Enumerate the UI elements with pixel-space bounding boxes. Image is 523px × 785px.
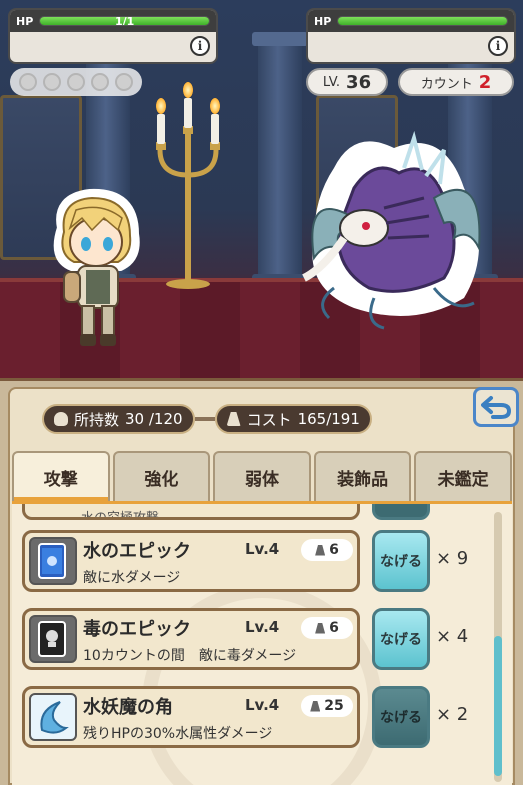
stat-connector <box>194 417 215 421</box>
cost-value: 165/191 <box>297 410 360 428</box>
back-button[interactable] <box>473 387 519 427</box>
held-label: 所持数 <box>74 410 120 429</box>
water-horn-icon <box>29 693 77 741</box>
weight-icon <box>315 622 326 634</box>
weight-icon <box>226 412 241 426</box>
cost-label: コスト <box>246 410 292 429</box>
enemy-count-badge: カウント 2 <box>398 68 514 96</box>
enemy-level-badge: LV. 36 <box>306 68 388 96</box>
count-label: カウント <box>420 76 473 92</box>
item-quantity: × 9 <box>436 548 469 569</box>
inventory-panel: 所持数 30 /120 コスト 165/191 攻撃 強化 弱体 装飾品 未鑑定… <box>0 378 523 785</box>
turn-indicator <box>10 68 142 96</box>
throw-button[interactable]: なげる <box>372 530 430 592</box>
item-cost-value: 6 <box>329 620 339 636</box>
turn-dot <box>91 73 109 91</box>
item-card[interactable]: 水のエピック Lv.4 6 敵に水ダメージ <box>22 530 360 592</box>
item-description: 10カウントの間 敵に毒ダメージ <box>83 648 297 664</box>
item-level: Lv.4 <box>245 540 280 558</box>
item-description: 敵に水ダメージ <box>83 570 181 586</box>
enemy-hp-bar <box>337 16 508 26</box>
tab-attack[interactable]: 攻撃 <box>12 451 110 501</box>
item-name: 水の究極攻撃 <box>81 511 160 520</box>
back-arrow-icon <box>481 396 511 419</box>
item-level: Lv.4 <box>245 618 280 636</box>
item-description: 残りHPの30%水属性ダメージ <box>83 726 273 742</box>
battle-scene: HP 1/1 i HP i LV. 36 カウント 2 <box>0 0 523 380</box>
item-level: Lv.4 <box>245 696 280 714</box>
cost-total: コスト 165/191 <box>214 404 372 434</box>
weight-icon <box>315 544 326 556</box>
tab-buff[interactable]: 強化 <box>112 451 211 501</box>
enemy-monster <box>294 128 494 342</box>
turn-dot <box>115 73 133 91</box>
player-hp-value: 1/1 <box>114 16 135 26</box>
count-value: 2 <box>478 71 492 93</box>
list-item[interactable]: 水のエピック Lv.4 6 敵に水ダメージ なげる × 9 <box>22 530 492 594</box>
player-hp-panel: HP 1/1 i <box>8 8 218 64</box>
turn-dot <box>43 73 61 91</box>
list-item[interactable]: 水妖魔の角 Lv.4 25 残りHPの30%水属性ダメージ なげる × 2 <box>22 686 492 750</box>
throw-button[interactable]: なげる <box>372 686 430 748</box>
item-list[interactable]: 水の究極攻撃 水のエピック Lv.4 6 敵に水ダメージ なげる × 9 毒のエ… <box>12 501 512 785</box>
inventory-stats: 所持数 30 /120 コスト 165/191 <box>42 403 452 435</box>
turn-dot <box>67 73 85 91</box>
player-character <box>42 188 150 357</box>
tab-unidentified[interactable]: 未鑑定 <box>414 451 512 501</box>
item-cost: 6 <box>301 539 353 561</box>
level-value: 36 <box>346 71 372 93</box>
item-quantity: × 4 <box>436 626 469 647</box>
turn-dot <box>19 73 37 91</box>
item-name: 毒のエピック <box>83 619 191 640</box>
list-item[interactable]: 毒のエピック Lv.4 6 10カウントの間 敵に毒ダメージ なげる × 4 <box>22 608 492 672</box>
item-cost-value: 25 <box>324 698 344 714</box>
level-prefix: LV. <box>322 74 341 90</box>
category-tabs: 攻撃 強化 弱体 装飾品 未鑑定 <box>12 451 512 501</box>
enemy-hp-label: HP <box>314 14 332 28</box>
scroll-thumb[interactable] <box>494 636 502 776</box>
scrollbar[interactable] <box>494 512 502 782</box>
throw-button[interactable] <box>372 504 430 520</box>
held-value: 30 /120 <box>125 410 183 428</box>
tab-accessory[interactable]: 装飾品 <box>313 451 412 501</box>
item-card[interactable]: 水妖魔の角 Lv.4 25 残りHPの30%水属性ダメージ <box>22 686 360 748</box>
item-name: 水のエピック <box>83 541 191 562</box>
item-cost-value: 6 <box>329 542 339 558</box>
player-hp-bar: 1/1 <box>39 16 210 26</box>
item-card[interactable]: 毒のエピック Lv.4 6 10カウントの間 敵に毒ダメージ <box>22 608 360 670</box>
bag-icon <box>54 412 68 426</box>
throw-button[interactable]: なげる <box>372 608 430 670</box>
list-item-partial[interactable]: 水の究極攻撃 <box>22 504 360 520</box>
item-name: 水妖魔の角 <box>83 697 173 718</box>
candelabra <box>148 80 228 290</box>
enemy-hp-panel: HP i <box>306 8 516 64</box>
item-cost: 6 <box>301 617 353 639</box>
info-icon[interactable]: i <box>190 36 210 56</box>
player-hp-label: HP <box>16 14 34 28</box>
weight-icon <box>310 700 321 712</box>
item-cost: 25 <box>301 695 353 717</box>
info-icon[interactable]: i <box>488 36 508 56</box>
tab-debuff[interactable]: 弱体 <box>213 451 311 501</box>
black-book-icon <box>29 615 77 663</box>
enemy-hp-fill <box>338 17 507 25</box>
item-quantity: × 2 <box>436 704 469 725</box>
blue-book-icon <box>29 537 77 585</box>
held-count: 所持数 30 /120 <box>42 404 195 434</box>
